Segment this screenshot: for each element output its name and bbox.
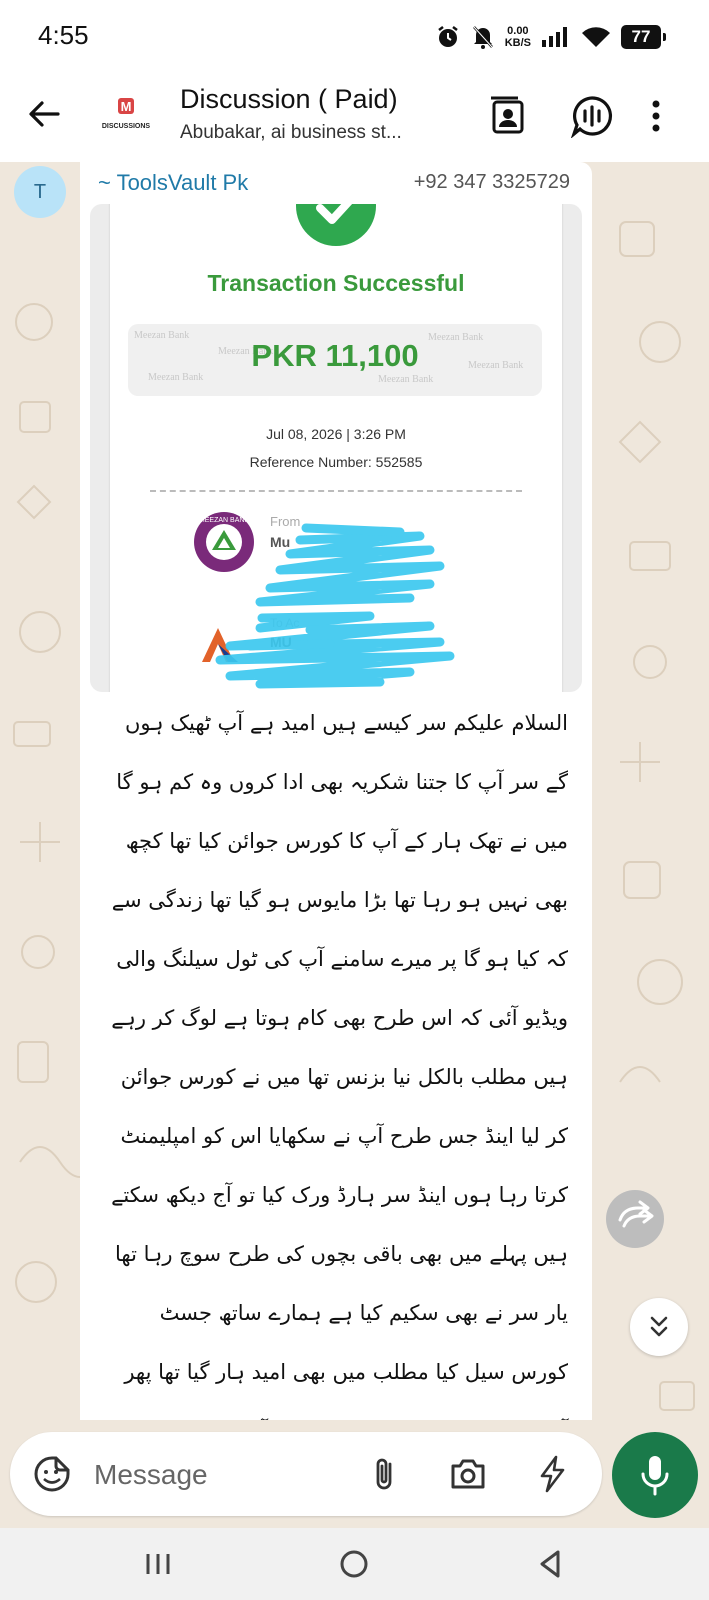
forward-icon bbox=[618, 1200, 654, 1228]
signal-icon bbox=[542, 27, 567, 47]
status-time: 4:55 bbox=[38, 20, 89, 50]
status-bar: 4:55 0.00 KB/S 77 bbox=[0, 0, 709, 72]
scroll-to-bottom-button[interactable] bbox=[630, 1298, 688, 1356]
message-input[interactable] bbox=[92, 1446, 346, 1504]
sender-name[interactable]: ~ ToolsVault Pk bbox=[98, 170, 248, 196]
group-logo: M DISCUSSIONS bbox=[102, 98, 151, 130]
group-logo-letter: M bbox=[121, 99, 132, 114]
net-speed-unit: KB/S bbox=[504, 37, 531, 49]
chat-area[interactable]: T ~ ToolsVault Pk +92 347 3325729 Transa… bbox=[0, 162, 709, 1420]
battery-icon: 77 bbox=[621, 25, 666, 49]
mic-icon bbox=[641, 1456, 669, 1496]
group-avatar[interactable]: M DISCUSSIONS bbox=[98, 94, 154, 144]
sender-phone: +92 347 3325729 bbox=[413, 171, 570, 193]
recents-icon[interactable] bbox=[138, 1544, 178, 1584]
receipt-card: Transaction Successful Meezan Bank Meeza… bbox=[110, 204, 562, 692]
contact-card-icon[interactable] bbox=[486, 94, 530, 138]
redaction-scribble bbox=[215, 523, 455, 689]
net-speed-value: 0.00 bbox=[507, 25, 529, 37]
system-navbar bbox=[0, 1528, 709, 1600]
message-bubble[interactable]: ~ ToolsVault Pk +92 347 3325729 Transact… bbox=[80, 162, 592, 1420]
message-composer bbox=[10, 1432, 602, 1516]
status-icons: 0.00 KB/S 77 bbox=[435, 22, 666, 52]
scroll-down-icon bbox=[650, 1316, 668, 1337]
voice-record-button[interactable] bbox=[612, 1432, 698, 1518]
camera-icon[interactable] bbox=[448, 1454, 488, 1494]
back-arrow-icon[interactable] bbox=[24, 94, 64, 134]
message-text: السلام علیکم سر کیسے ہیں امید ہے آپ ٹھیک… bbox=[111, 711, 568, 1420]
sender-avatar[interactable]: T bbox=[14, 166, 66, 218]
attach-icon[interactable] bbox=[364, 1454, 404, 1494]
voice-chat-icon[interactable] bbox=[570, 94, 614, 138]
mute-icon bbox=[472, 26, 493, 49]
group-title[interactable]: Discussion ( Paid) bbox=[180, 84, 398, 115]
group-participants[interactable]: Abubakar, ai business st... bbox=[180, 122, 402, 144]
back-icon[interactable] bbox=[530, 1544, 570, 1584]
wifi-icon bbox=[582, 27, 610, 47]
alarm-icon bbox=[437, 26, 458, 47]
group-logo-caption: DISCUSSIONS bbox=[102, 123, 151, 130]
forward-button[interactable] bbox=[606, 1190, 664, 1248]
net-speed: 0.00 KB/S bbox=[505, 25, 531, 49]
receipt-image[interactable]: Transaction Successful Meezan Bank Meeza… bbox=[90, 204, 582, 692]
home-icon[interactable] bbox=[334, 1544, 374, 1584]
ai-spark-icon[interactable] bbox=[532, 1454, 572, 1494]
chat-header: M DISCUSSIONS Discussion ( Paid) Abubaka… bbox=[0, 72, 709, 162]
emoji-sticker-icon[interactable] bbox=[32, 1454, 72, 1494]
more-vertical-icon[interactable] bbox=[644, 94, 668, 138]
